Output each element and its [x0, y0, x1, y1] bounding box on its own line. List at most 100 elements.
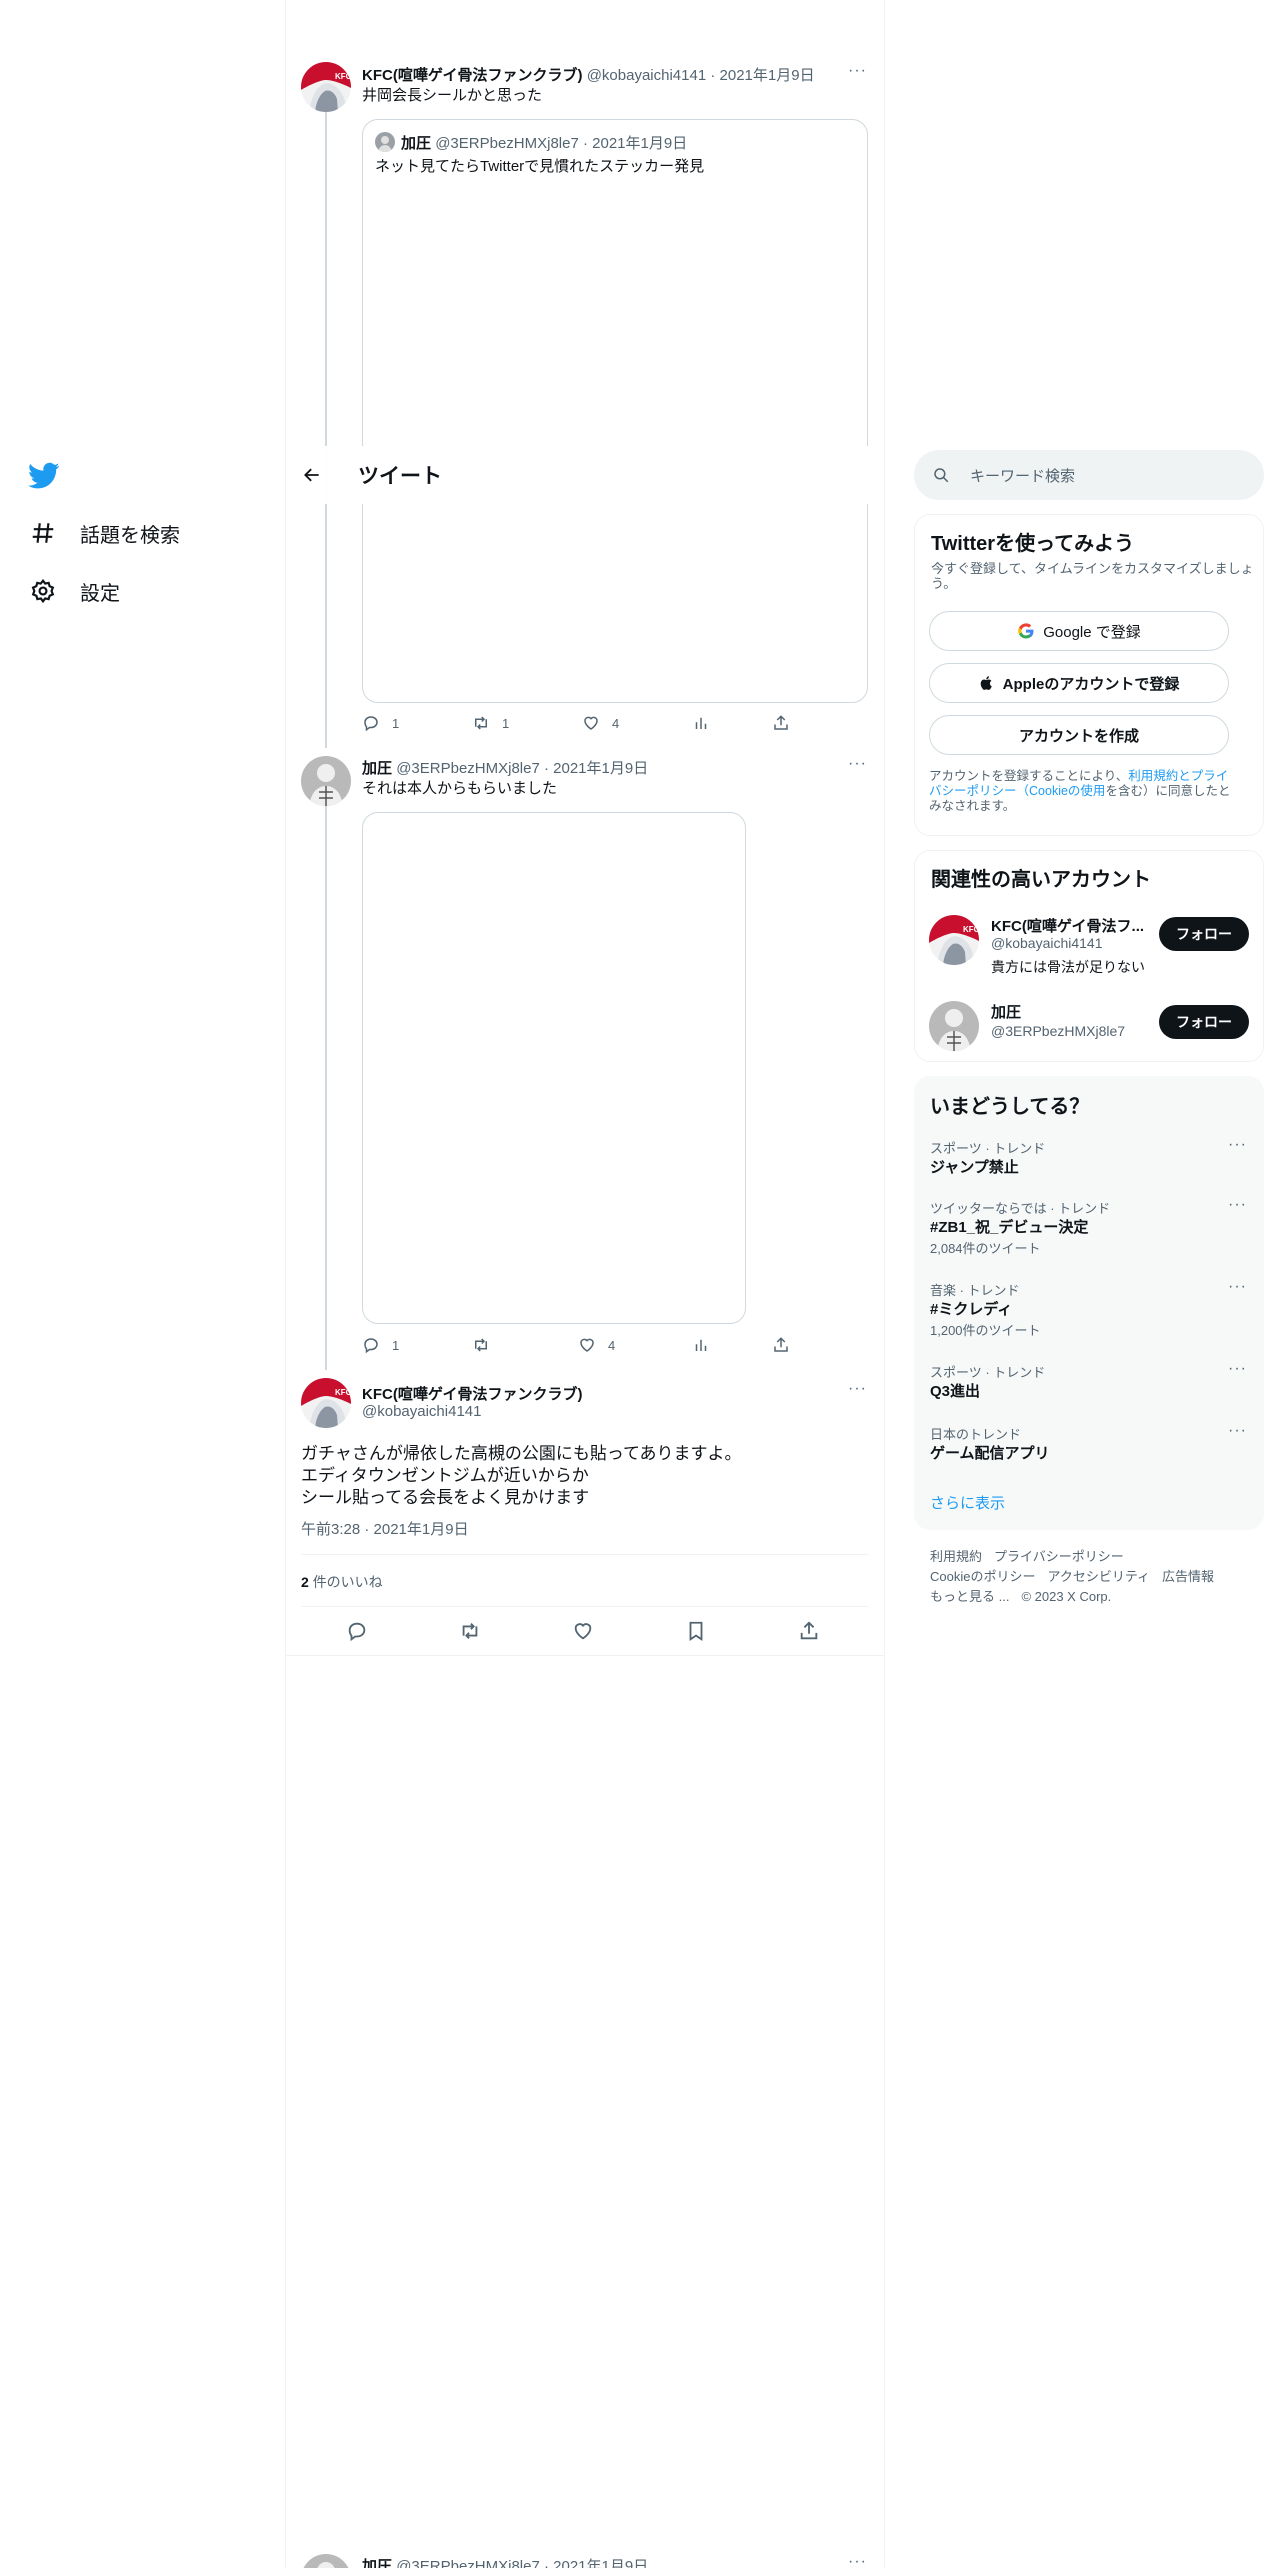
retweet-icon	[462, 1623, 478, 1639]
apple-signup-button[interactable]: Appleのアカウントで登録	[929, 663, 1229, 703]
legal-line: みなされます。	[929, 799, 1016, 813]
reply-icon	[364, 716, 378, 732]
more-options-button[interactable]: ···	[848, 1380, 867, 1398]
trend-category: ツイッターならでは · トレンド	[930, 1201, 1111, 1216]
reply-button[interactable]	[346, 1620, 459, 1642]
nav-explore[interactable]: 話題を検索	[28, 518, 180, 548]
views-button[interactable]	[692, 1336, 772, 1354]
trend-item[interactable]: スポーツ · トレンド Q3進出 ···	[914, 1360, 1264, 1418]
trend-more-button[interactable]: ···	[1228, 1278, 1247, 1296]
related-account-row[interactable]: 加圧 @3ERPbezHMXj8le7 フォロー	[915, 997, 1263, 1057]
back-button[interactable]	[286, 449, 338, 501]
trend-more-button[interactable]: ···	[1228, 1422, 1247, 1440]
likes-summary[interactable]: 2 件のいいね	[301, 1572, 383, 1592]
retweet-button[interactable]	[459, 1620, 572, 1642]
trend-item[interactable]: ツイッターならでは · トレンド #ZB1_祝_デビュー決定 2,084件のツイ…	[914, 1196, 1264, 1268]
related-account-bio: 貴方には骨法が足りない	[991, 959, 1145, 975]
legal-line: バシーポリシー（Cookieの使用を含む）に同意したと	[929, 784, 1230, 799]
author-handle[interactable]: @3ERPbezHMXj8le7	[396, 760, 540, 777]
more-options-button[interactable]: ···	[848, 2553, 867, 2568]
avatar[interactable]: KFC	[301, 1378, 351, 1428]
share-button[interactable]	[772, 714, 790, 732]
footer-more-link[interactable]: もっと見る ...	[930, 1589, 1009, 1604]
footer-link-terms[interactable]: 利用規約	[930, 1549, 982, 1564]
footer-link-privacy[interactable]: プライバシーポリシー	[994, 1549, 1124, 1564]
gear-icon	[28, 576, 58, 606]
main-tweet-timestamp[interactable]: 午前3:28 · 2021年1月9日	[301, 1520, 469, 1540]
search-input[interactable]: キーワード検索	[970, 465, 1075, 486]
tweet-date[interactable]: 2021年1月9日	[720, 67, 815, 84]
privacy-link-part[interactable]: とプライ	[1178, 769, 1228, 783]
avatar[interactable]	[301, 2554, 351, 2568]
follow-button[interactable]: フォロー	[1159, 917, 1249, 951]
avatar[interactable]: KFC	[301, 62, 351, 112]
reply-button[interactable]: 1	[362, 1336, 472, 1354]
share-button[interactable]	[798, 1620, 820, 1642]
tweet-date[interactable]: 2021年1月9日	[553, 760, 648, 777]
related-title: 関連性の高いアカウント	[931, 869, 1151, 891]
follow-button[interactable]: フォロー	[1159, 1005, 1249, 1039]
main-column-right-border	[884, 0, 885, 2568]
more-options-button[interactable]: ···	[848, 755, 867, 773]
thread-connector	[325, 806, 327, 1370]
reply-count: 1	[392, 715, 400, 731]
legal-text: を含む）に同意したと	[1105, 784, 1231, 798]
retweet-button[interactable]	[472, 1336, 578, 1354]
footer-links: Cookieのポリシー アクセシビリティ 広告情報	[930, 1566, 1226, 1585]
share-button[interactable]	[772, 1336, 790, 1354]
reply-button[interactable]: 1	[362, 714, 472, 732]
legal-line: アカウントを登録することにより、利用規約とプライ	[929, 769, 1230, 784]
author-handle[interactable]: @3ERPbezHMXj8le7	[396, 2558, 540, 2568]
author-name[interactable]: KFC(喧嘩ゲイ骨法ファンクラブ)	[362, 67, 583, 84]
tweet-media-image[interactable]	[362, 812, 746, 1324]
author-handle[interactable]: @kobayaichi4141	[587, 67, 706, 84]
footer-links: 利用規約 プライバシーポリシー	[930, 1546, 1136, 1565]
privacy-link[interactable]: バシーポリシー（	[929, 784, 1029, 798]
heart-icon	[584, 716, 598, 730]
like-button[interactable]	[572, 1620, 685, 1642]
author-name[interactable]: 加圧	[362, 2558, 392, 2568]
search-box[interactable]: キーワード検索	[914, 450, 1264, 500]
svg-text:KFC: KFC	[335, 72, 351, 81]
author-name[interactable]: KFC(喧嘩ゲイ骨法ファンクラブ)	[362, 1383, 583, 1404]
footer-link-cookies[interactable]: Cookieのポリシー	[930, 1569, 1035, 1584]
trend-count: 1,200件のツイート	[930, 1323, 1041, 1338]
tweet-header: 加圧 @3ERPbezHMXj8le7 · 2021年1月9日	[362, 2555, 648, 2568]
retweet-button[interactable]: 1	[472, 714, 582, 732]
bookmark-button[interactable]	[685, 1620, 798, 1642]
main-tweet-text-line: ガチャさんが帰依した高槻の公園にも貼ってありますよ。	[301, 1444, 742, 1463]
svg-text:KFC: KFC	[335, 1388, 351, 1397]
signup-subtitle: 今すぐ登録して、タイムラインをカスタマイズしましょ う。	[931, 561, 1254, 591]
create-account-button[interactable]: アカウントを作成	[929, 715, 1229, 755]
trend-more-button[interactable]: ···	[1228, 1360, 1247, 1378]
footer-copyright: © 2023 X Corp.	[1021, 1589, 1112, 1604]
retweet-icon	[475, 1338, 487, 1352]
avatar[interactable]	[301, 756, 351, 806]
search-icon	[934, 468, 949, 483]
trend-more-button[interactable]: ···	[1228, 1136, 1247, 1154]
related-account-row[interactable]: KFC KFC(喧嘩ゲイ骨法フ... @kobayaichi4141 貴方には骨…	[915, 909, 1263, 985]
nav-settings[interactable]: 設定	[28, 576, 120, 606]
author-handle[interactable]: @kobayaichi4141	[362, 1403, 481, 1420]
cookie-link[interactable]: Cookieの使用	[1029, 784, 1105, 798]
trend-item[interactable]: 音楽 · トレンド #ミクレディ 1,200件のツイート ···	[914, 1278, 1264, 1350]
views-button[interactable]	[692, 714, 772, 732]
more-options-button[interactable]: ···	[848, 62, 867, 80]
like-button[interactable]: 4	[582, 714, 692, 732]
terms-link[interactable]: 利用規約	[1128, 769, 1178, 783]
twitter-logo-link[interactable]	[28, 462, 60, 495]
page-header: ツイート	[286, 446, 884, 504]
trend-more-button[interactable]: ···	[1228, 1196, 1247, 1214]
tweet-date[interactable]: 2021年1月9日	[553, 2558, 648, 2568]
like-count: 4	[608, 1337, 616, 1353]
trend-item[interactable]: スポーツ · トレンド ジャンプ禁止 ···	[914, 1136, 1264, 1192]
google-signup-button[interactable]: Google で登録	[929, 611, 1229, 651]
quoted-tweet-card[interactable]: 加圧 @3ERPbezHMXj8le7 · 2021年1月9日 ネット見てたらT…	[362, 119, 868, 703]
like-button[interactable]: 4	[578, 1336, 692, 1354]
footer-link-ads[interactable]: 広告情報	[1162, 1569, 1214, 1584]
retweet-icon	[475, 716, 487, 730]
trend-item[interactable]: 日本のトレンド ゲーム配信アプリ ···	[914, 1422, 1264, 1480]
author-name[interactable]: 加圧	[362, 760, 392, 777]
footer-link-accessibility[interactable]: アクセシビリティ	[1047, 1569, 1150, 1584]
show-more-link[interactable]: さらに表示	[930, 1492, 1005, 1513]
